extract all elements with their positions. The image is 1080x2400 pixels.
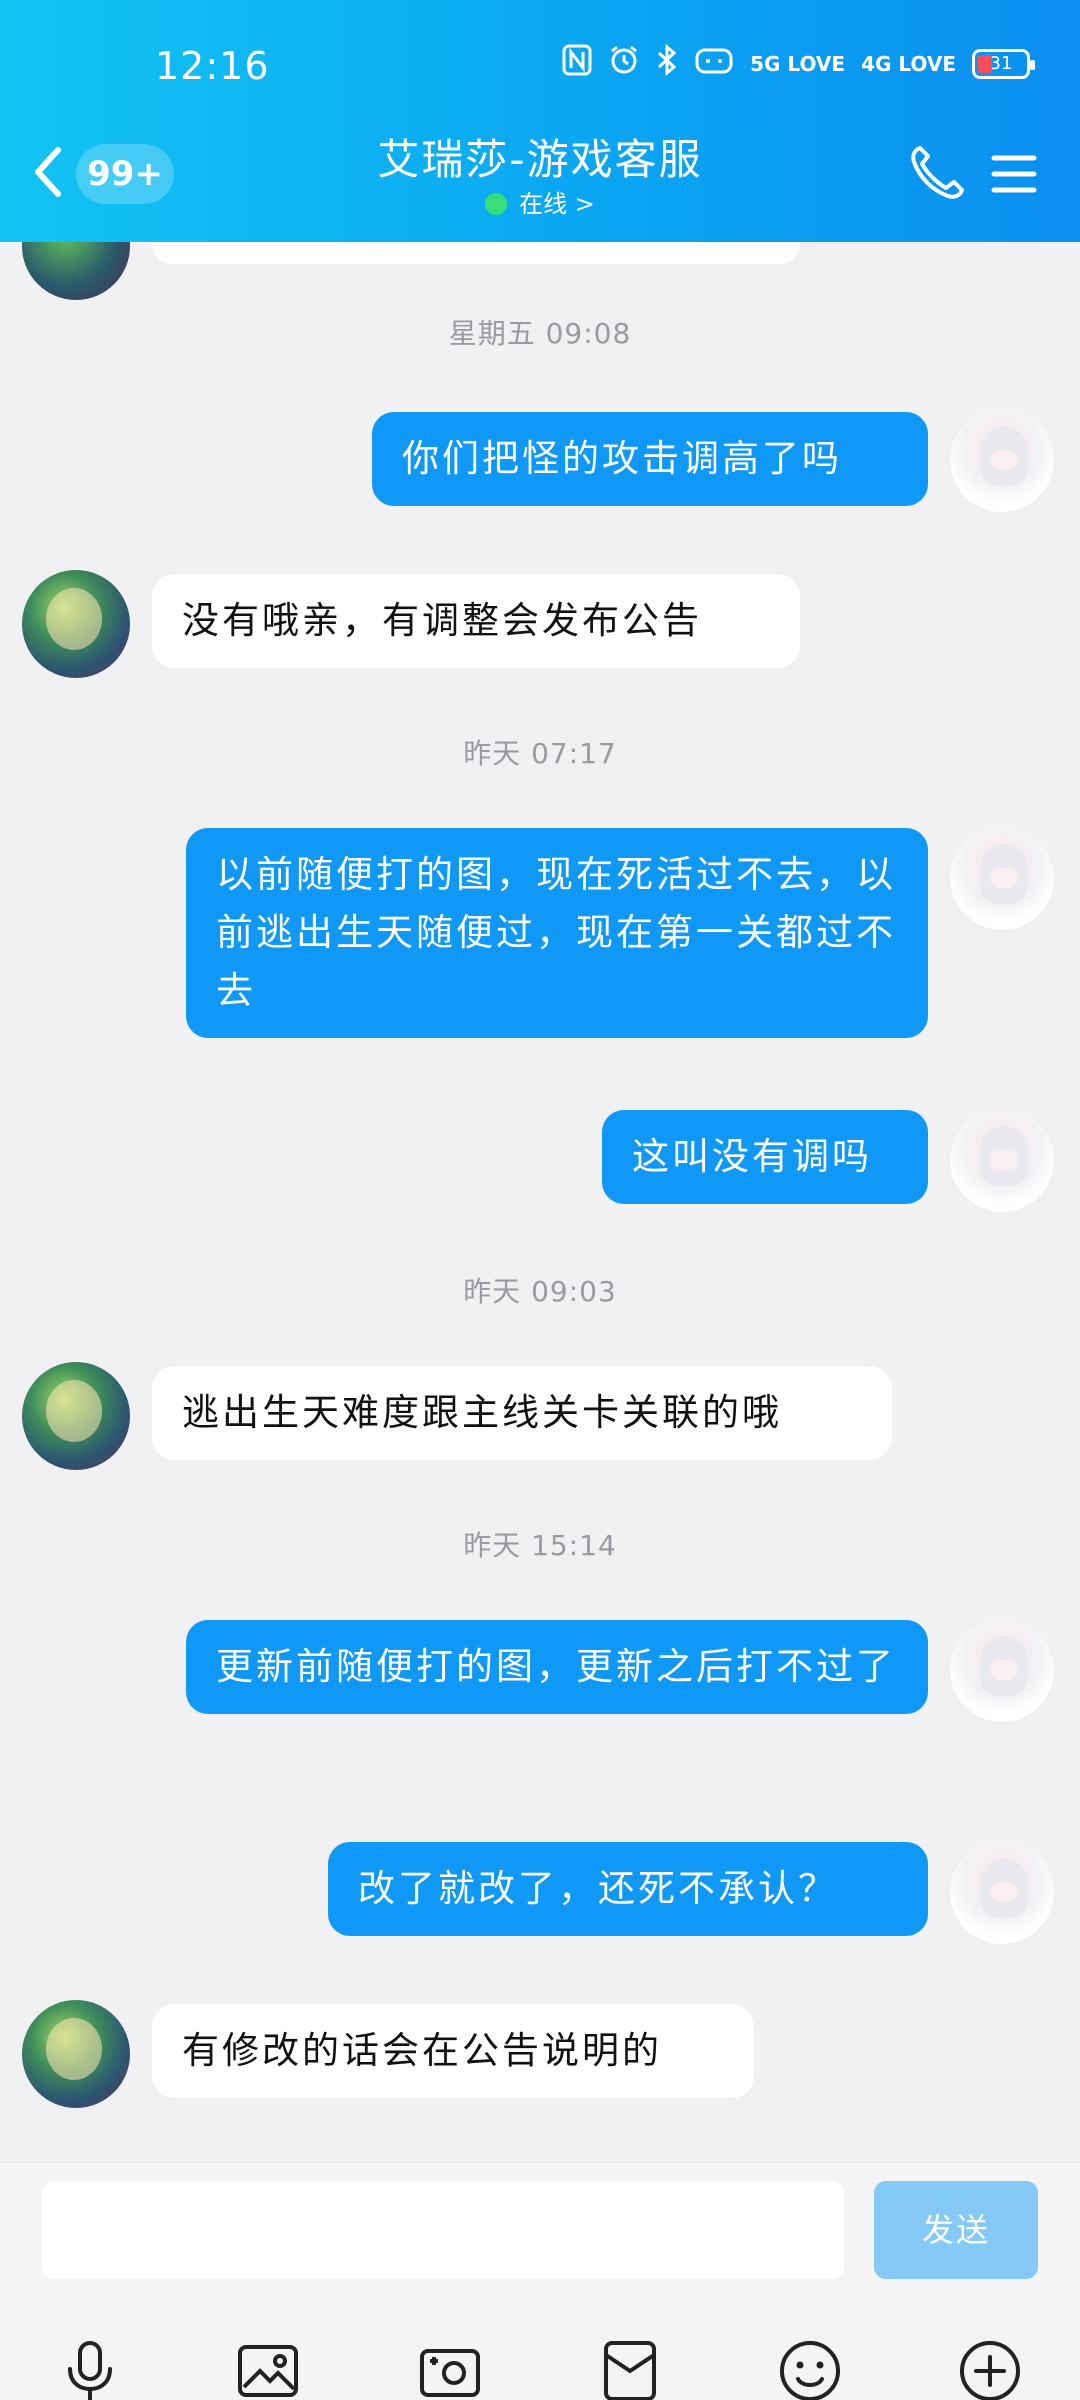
emoji-icon [780, 2341, 840, 2400]
microphone-icon [68, 2341, 112, 2400]
message-bubble-partial[interactable] [152, 242, 800, 264]
input-bar: 发送 [0, 2162, 1080, 2400]
status-icons: 5G LOVE 4G LOVE 31 [562, 43, 1035, 84]
message-bubble-sent[interactable]: 更新前随便打的图，更新之后打不过了 [186, 1620, 928, 1714]
online-label: 在线 > [519, 190, 595, 218]
hamburger-menu-icon [991, 155, 1037, 193]
chat-header: 12:16 5G LOVE 4G LOVE 31 99+ 艾瑞莎-游戏客服 在线… [0, 0, 1080, 242]
bluetooth-icon [656, 43, 678, 84]
service-avatar[interactable] [22, 242, 130, 300]
message-bubble-sent[interactable]: 改了就改了，还死不承认？ [328, 1842, 928, 1936]
timestamp: 昨天 09:03 [463, 1275, 617, 1308]
voice-button[interactable] [58, 2339, 122, 2400]
message-bubble-sent[interactable]: 你们把怪的攻击调高了吗 [372, 412, 928, 506]
plus-icon [960, 2341, 1020, 2400]
camera-button[interactable] [418, 2339, 482, 2400]
service-avatar[interactable] [22, 2000, 130, 2108]
signal-5g: 5G LOVE [750, 52, 846, 76]
message-bubble-sent[interactable]: 这叫没有调吗 [602, 1110, 928, 1204]
call-button[interactable] [908, 142, 964, 202]
service-avatar[interactable] [22, 570, 130, 678]
send-button[interactable]: 发送 [874, 2181, 1038, 2279]
battery-level: 31 [989, 53, 1013, 74]
my-avatar[interactable] [948, 1616, 1056, 1724]
emoji-button[interactable] [778, 2339, 842, 2400]
image-icon [238, 2345, 298, 2397]
nfc-icon [562, 44, 592, 84]
more-button[interactable] [958, 2339, 1022, 2400]
timestamp: 星期五 09:08 [448, 317, 632, 350]
status-time: 12:16 [155, 44, 270, 88]
my-avatar[interactable] [948, 1838, 1056, 1946]
album-button[interactable] [236, 2339, 300, 2400]
message-bubble-received[interactable]: 逃出生天难度跟主线关卡关联的哦 [152, 1366, 892, 1460]
camera-icon [420, 2349, 480, 2397]
online-dot-icon [485, 193, 508, 215]
message-input[interactable] [42, 2181, 844, 2279]
phone-icon [911, 146, 964, 199]
my-avatar[interactable] [948, 824, 1056, 932]
my-avatar[interactable] [948, 406, 1056, 514]
alarm-icon [608, 44, 640, 84]
message-bubble-received[interactable]: 没有哦亲，有调整会发布公告 [152, 574, 800, 668]
message-list[interactable]: 星期五 09:08 你们把怪的攻击调高了吗 没有哦亲，有调整会发布公告 昨天 0… [0, 242, 1080, 2162]
menu-button[interactable] [990, 152, 1038, 196]
service-avatar[interactable] [22, 1362, 130, 1470]
timestamp: 昨天 07:17 [463, 737, 617, 770]
file-icon [604, 2341, 656, 2400]
timestamp: 昨天 15:14 [463, 1529, 617, 1562]
message-bubble-sent[interactable]: 以前随便打的图，现在死活过不去，以前逃出生天随便过，现在第一关都过不去 [186, 828, 928, 1038]
signal-5g-label: 5G LOVE [750, 52, 846, 76]
signal-4g-label: 4G LOVE [861, 52, 956, 76]
my-avatar[interactable] [948, 1106, 1056, 1214]
red-packet-button[interactable] [598, 2339, 662, 2400]
signal-4g: 4G LOVE [861, 52, 956, 76]
bear-app-icon [694, 45, 734, 83]
message-bubble-received[interactable]: 有修改的话会在公告说明的 [152, 2004, 754, 2098]
battery-icon: 31 [972, 49, 1035, 79]
